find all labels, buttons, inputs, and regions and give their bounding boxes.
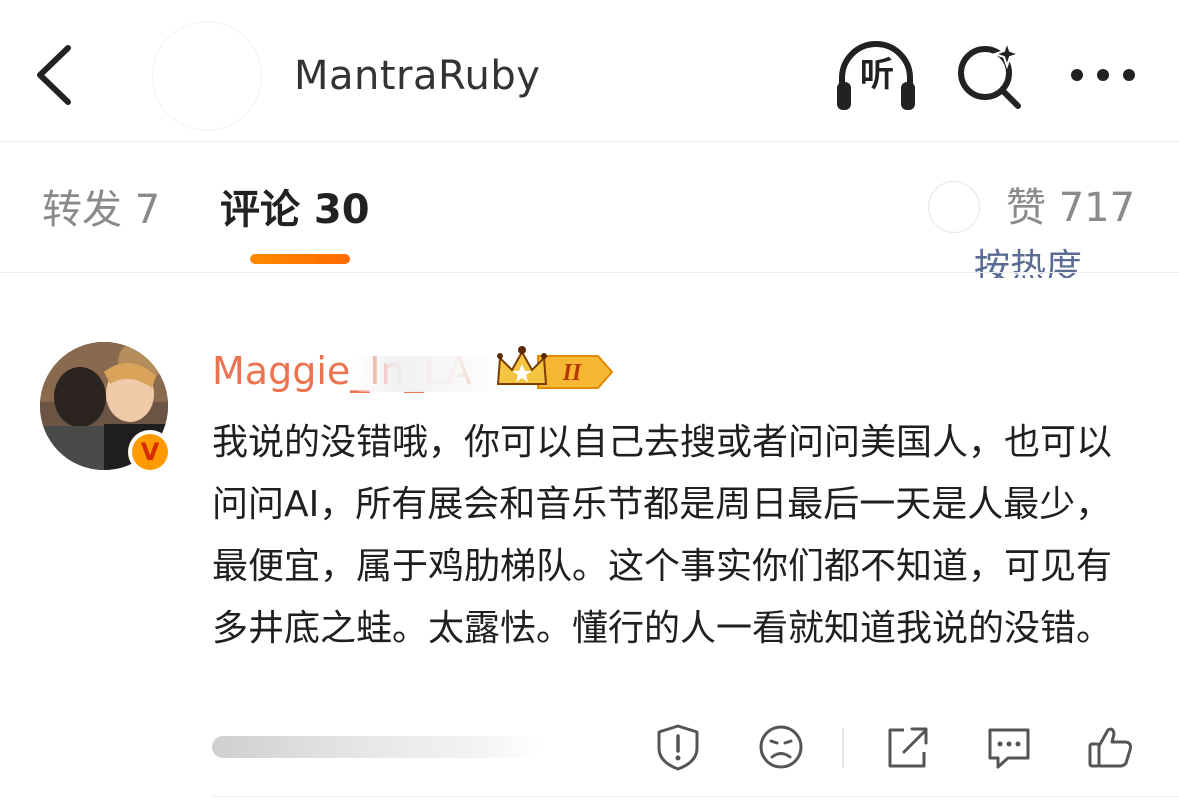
- page-title: MantraRuby: [294, 53, 541, 99]
- dislike-button[interactable]: [756, 722, 806, 772]
- dislike-face-icon: [759, 725, 803, 769]
- share-icon: [888, 727, 928, 768]
- divider: [0, 272, 1179, 273]
- comment-divider: [212, 796, 1179, 797]
- more-dots-icon: [1071, 69, 1135, 81]
- sort-label: 按热度: [974, 247, 1083, 279]
- header-avatar[interactable]: [152, 21, 262, 131]
- member-level-badge[interactable]: II: [494, 344, 614, 394]
- search-button[interactable]: [955, 38, 1025, 110]
- back-button[interactable]: [30, 42, 80, 108]
- verified-mark: V: [132, 434, 168, 470]
- listen-label: 听: [860, 55, 894, 95]
- search-sparkle-icon: [958, 38, 1023, 109]
- action-separator: [842, 728, 844, 768]
- tab-comment[interactable]: 评论 30: [220, 182, 370, 238]
- report-icon: [657, 724, 699, 771]
- chevron-left-icon: [37, 45, 71, 105]
- tab-like[interactable]: 赞 717: [1006, 180, 1135, 236]
- report-button[interactable]: [653, 722, 703, 772]
- badge-level-label: II: [562, 360, 583, 386]
- like-button[interactable]: [1086, 722, 1136, 772]
- tab-repost[interactable]: 转发 7: [42, 182, 160, 238]
- active-tab-indicator: [250, 254, 350, 264]
- comment-text: 我说的没错哦，你可以自己去搜或者问问美国人，也可以问问AI，所有展会和音乐节都是…: [212, 422, 1113, 649]
- comment-meta-redaction: [212, 736, 542, 758]
- verified-badge: V: [128, 430, 172, 474]
- reply-button[interactable]: [984, 722, 1034, 772]
- more-button[interactable]: [1068, 60, 1138, 90]
- top-navigation-bar: MantraRuby 听: [0, 0, 1179, 142]
- crown-badge-icon: II: [496, 346, 614, 389]
- reply-bubble-icon: [988, 728, 1030, 769]
- username-redaction: [352, 356, 502, 392]
- share-button[interactable]: [882, 722, 932, 772]
- like-avatar-circle: [928, 181, 980, 233]
- thumbs-up-icon: [1088, 727, 1132, 768]
